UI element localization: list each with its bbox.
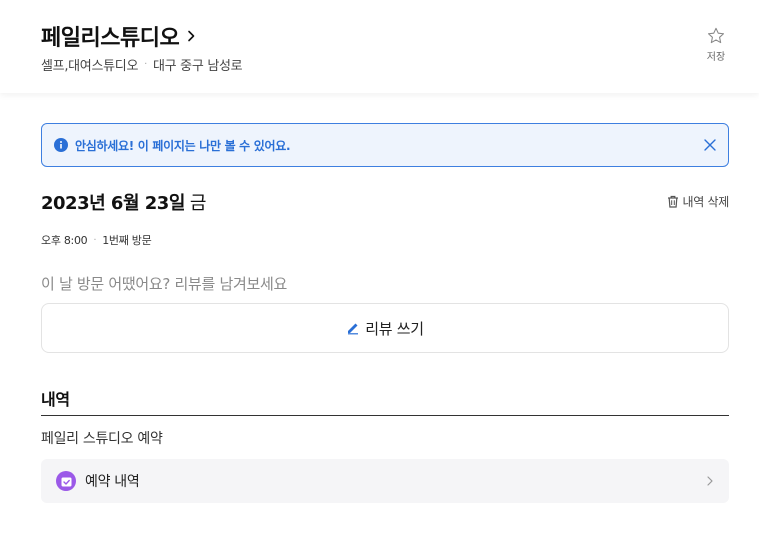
visit-count: 1번째 방문 — [102, 234, 152, 247]
chevron-right-icon[interactable] — [705, 475, 715, 487]
visit-date: 2023년 6월 23일 — [41, 193, 185, 214]
visit-weekday: 금 — [189, 193, 207, 214]
history-item-name: 페일리 스튜디오 예약 — [41, 431, 163, 447]
star-outline-icon[interactable] — [706, 26, 726, 46]
place-title[interactable]: 페일리스튜디오 — [41, 20, 180, 52]
section-divider — [41, 415, 729, 416]
review-prompt: 이 날 방문 어땠어요? 리뷰를 남겨보세요 — [41, 275, 288, 293]
save-label[interactable]: 저장 — [700, 48, 732, 63]
close-icon[interactable] — [702, 137, 718, 153]
place-location: 대구 중구 남성로 — [153, 59, 243, 74]
delete-history-button[interactable]: 내역 삭제 — [667, 193, 729, 210]
visit-time: 오후 8:00 — [41, 234, 88, 247]
privacy-notice: 안심하세요! 이 페이지는 나만 볼 수 있어요. — [41, 123, 729, 167]
reservation-history-row[interactable]: 예약 내역 — [41, 459, 729, 503]
chevron-right-icon[interactable] — [185, 30, 197, 42]
trash-icon[interactable] — [667, 195, 679, 208]
notice-text: 안심하세요! 이 페이지는 나만 볼 수 있어요. — [75, 138, 291, 153]
visit-date-row: 2023년 6월 23일 금 — [41, 189, 206, 215]
history-section-title: 내역 — [41, 390, 70, 409]
save-button[interactable]: 저장 — [700, 26, 732, 63]
pencil-icon[interactable] — [346, 321, 360, 335]
place-header: 페일리스튜디오 셀프,대여스튜디오 · 대구 중구 남성로 저장 — [0, 0, 759, 93]
write-review-button[interactable]: 리뷰 쓰기 — [41, 303, 729, 353]
delete-history-label[interactable]: 내역 삭제 — [683, 193, 730, 210]
separator-dot: · — [144, 59, 148, 70]
visit-meta: 오후 8:00 · 1번째 방문 — [41, 232, 152, 248]
info-icon — [54, 138, 68, 152]
place-title-link[interactable]: 페일리스튜디오 — [41, 20, 197, 52]
place-categories: 셀프,대여스튜디오 — [41, 59, 139, 74]
calendar-check-icon[interactable] — [56, 471, 76, 491]
separator-dot: · — [93, 234, 97, 246]
place-subtitle: 셀프,대여스튜디오 · 대구 중구 남성로 — [41, 55, 243, 74]
write-review-label[interactable]: 리뷰 쓰기 — [365, 318, 424, 339]
reservation-history-label[interactable]: 예약 내역 — [85, 471, 140, 491]
